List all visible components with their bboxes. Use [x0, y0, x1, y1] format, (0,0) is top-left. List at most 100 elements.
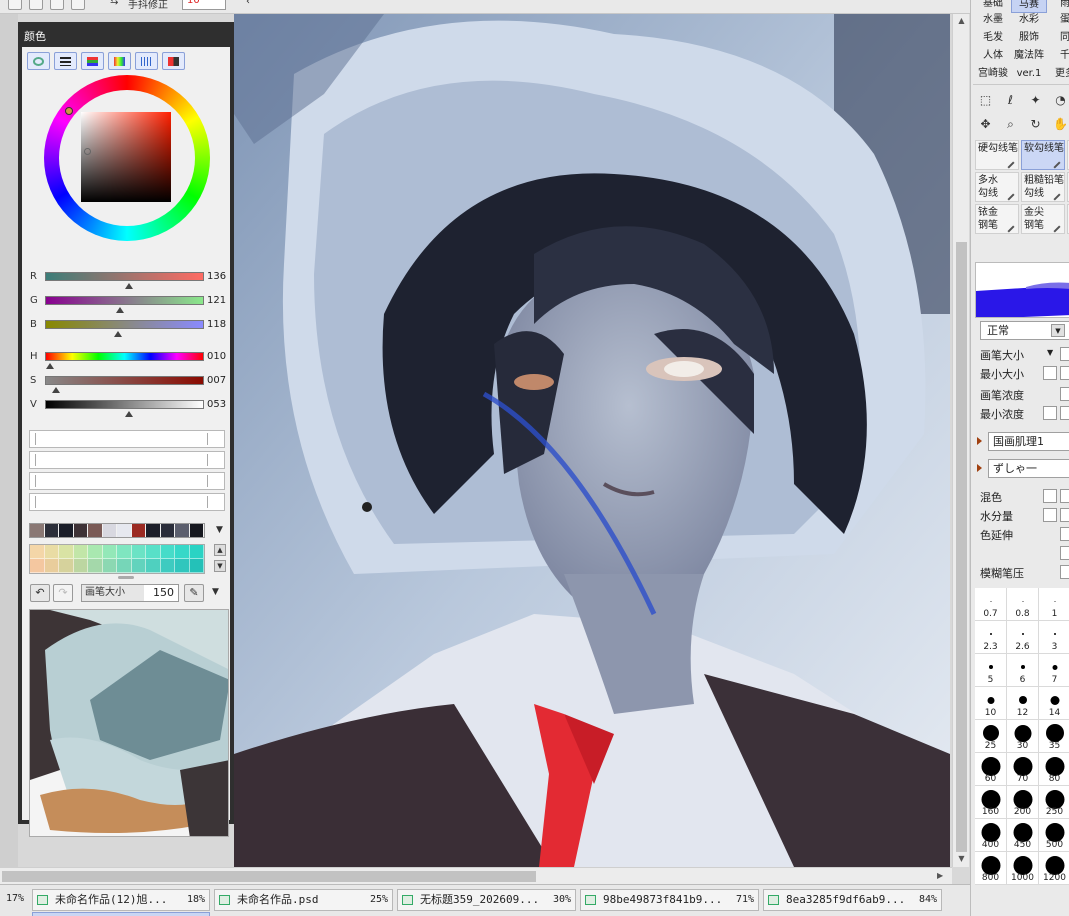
- chevron-down-icon[interactable]: ▼: [212, 587, 219, 597]
- brush-preset[interactable]: 软勾线笔: [1021, 140, 1065, 170]
- lasso-icon[interactable]: ℓ: [1000, 90, 1021, 111]
- brush-size-preset[interactable]: 2.6: [1007, 621, 1039, 654]
- texture-value[interactable]: 国画肌理1: [988, 432, 1069, 451]
- eyedropper-icon[interactable]: ✎: [184, 584, 204, 602]
- brush-size-preset[interactable]: 12: [1007, 687, 1039, 720]
- mix-cell[interactable]: [59, 545, 74, 559]
- shape-value[interactable]: ずしゃ一: [988, 459, 1069, 478]
- slider-track[interactable]: [45, 272, 204, 281]
- brush-category[interactable]: 魔法阵: [1011, 46, 1047, 65]
- mix-cell[interactable]: [160, 559, 175, 573]
- mix-pressure-toggle[interactable]: [1043, 489, 1057, 503]
- mix-cell[interactable]: [102, 545, 117, 559]
- undo-icon[interactable]: [29, 0, 43, 10]
- brush-category[interactable]: 蛋: [1047, 10, 1069, 29]
- mix-cell[interactable]: [44, 545, 59, 559]
- blur-pressure-checkbox[interactable]: [1060, 565, 1069, 579]
- brush-preset[interactable]: 金尖 钢笔: [1021, 204, 1065, 234]
- pressure-size-toggle[interactable]: [1043, 366, 1057, 380]
- magic-wand-icon[interactable]: ✦: [1025, 90, 1046, 111]
- vertical-scrollbar[interactable]: ▲ ▼: [952, 14, 969, 867]
- brush-size-preset[interactable]: 80: [1039, 753, 1069, 786]
- mix-cell[interactable]: [73, 559, 88, 573]
- color-mix-grid[interactable]: [29, 544, 205, 574]
- slider-value[interactable]: 118: [207, 319, 226, 330]
- slider-g[interactable]: G 121: [26, 292, 226, 314]
- mix-cell[interactable]: [59, 559, 74, 573]
- slider-value[interactable]: 007: [207, 375, 226, 386]
- mix-cell[interactable]: [131, 559, 146, 573]
- brush-preset[interactable]: 粗糙铅笔 勾线: [1021, 172, 1065, 202]
- color-swatch[interactable]: [189, 524, 204, 537]
- sv-marker[interactable]: [84, 148, 91, 155]
- brush-category[interactable]: 宫崎骏: [975, 64, 1011, 83]
- mix-cell[interactable]: [30, 559, 45, 573]
- wheel-mode-icon[interactable]: [27, 52, 50, 70]
- mix-cell[interactable]: [189, 559, 204, 573]
- slider-track[interactable]: [45, 320, 204, 329]
- slider-track[interactable]: [45, 296, 204, 305]
- horizontal-scroll-thumb[interactable]: [2, 871, 536, 882]
- slider-track[interactable]: [45, 376, 204, 385]
- color-swatch[interactable]: [59, 524, 74, 537]
- document-tab[interactable]: 未命名作品(12)旭... 18%: [32, 889, 210, 911]
- rgb-mode-icon[interactable]: [81, 52, 104, 70]
- mix-cell[interactable]: [175, 559, 190, 573]
- brush-size-preset[interactable]: 2.3: [975, 621, 1007, 654]
- slider-s[interactable]: S 007: [26, 372, 226, 394]
- brush-preset[interactable]: 硬勾线笔: [975, 140, 1019, 170]
- brush-size-preset[interactable]: 30: [1007, 720, 1039, 753]
- slider-track[interactable]: [45, 352, 204, 361]
- chevron-down-icon[interactable]: ▼: [216, 525, 223, 535]
- color-swatch[interactable]: [88, 524, 103, 537]
- slider-r[interactable]: R 136: [26, 268, 226, 290]
- brush-size-input[interactable]: [1060, 347, 1069, 361]
- min-size-input[interactable]: [1060, 366, 1069, 380]
- mix-cell[interactable]: [88, 559, 103, 573]
- brush-category[interactable]: 水墨: [975, 10, 1011, 29]
- slider-mode-icon[interactable]: [54, 52, 77, 70]
- color-swatch[interactable]: [160, 524, 175, 537]
- slider-track[interactable]: [45, 400, 204, 409]
- move-icon[interactable]: ✥: [975, 114, 996, 135]
- document-tab[interactable]: 98be49873f841b9... 71%: [580, 889, 759, 911]
- brush-size-preset[interactable]: 60: [975, 753, 1007, 786]
- hsv-mode-icon[interactable]: [108, 52, 131, 70]
- scroll-up-icon[interactable]: ▲: [214, 544, 226, 556]
- pressure-density-toggle[interactable]: [1043, 406, 1057, 420]
- water-input[interactable]: [1060, 508, 1069, 522]
- resize-handle[interactable]: [118, 576, 134, 579]
- brush-size-preset[interactable]: 35: [1039, 720, 1069, 753]
- color-swatch[interactable]: [44, 524, 59, 537]
- mix-cell[interactable]: [175, 545, 190, 559]
- slider-thumb[interactable]: [52, 387, 61, 393]
- palette-mode-icon[interactable]: [162, 52, 185, 70]
- document-tab[interactable]: 无标题359_202609... 30%: [397, 889, 576, 911]
- color-mixer-canvas[interactable]: [29, 609, 229, 837]
- shape-expander[interactable]: ずしゃ一: [975, 459, 1069, 479]
- color-history-bar-4[interactable]: [29, 493, 225, 511]
- scroll-right-icon[interactable]: ▶: [937, 871, 948, 882]
- brush-size-preset[interactable]: 25: [975, 720, 1007, 753]
- brush-size-preset[interactable]: 250: [1039, 786, 1069, 819]
- brush-category[interactable]: 人体: [975, 46, 1011, 65]
- slider-h[interactable]: H 010: [26, 348, 226, 370]
- slider-value[interactable]: 010: [207, 351, 226, 362]
- scroll-down-icon[interactable]: ▼: [214, 560, 226, 572]
- mix-cell[interactable]: [189, 545, 204, 559]
- mix-cell[interactable]: [131, 545, 146, 559]
- water-checkbox[interactable]: [1043, 508, 1057, 522]
- drawing-canvas[interactable]: [234, 14, 950, 867]
- mix-cell[interactable]: [102, 559, 117, 573]
- hand-icon[interactable]: ✋: [1050, 114, 1069, 135]
- brush-size-preset[interactable]: 10: [975, 687, 1007, 720]
- slider-value[interactable]: 053: [207, 399, 226, 410]
- mix-cell[interactable]: [117, 559, 132, 573]
- slider-thumb[interactable]: [125, 283, 134, 289]
- brush-preset[interactable]: 多水 勾线: [975, 172, 1019, 202]
- eyedropper-icon[interactable]: ◔: [1050, 90, 1069, 111]
- brush-size-preset[interactable]: 450: [1007, 819, 1039, 852]
- brush-density-input[interactable]: [1060, 387, 1069, 401]
- mix-cell[interactable]: [146, 545, 161, 559]
- brush-size-preset[interactable]: 1200: [1039, 852, 1069, 885]
